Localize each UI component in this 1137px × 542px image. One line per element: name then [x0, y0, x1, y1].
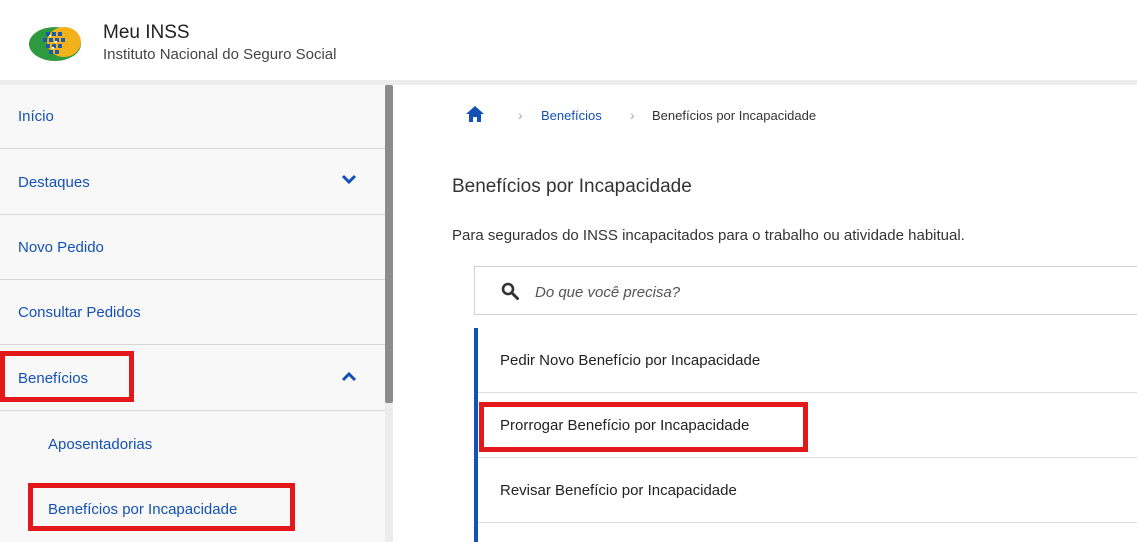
app-header: Meu INSS Instituto Nacional do Seguro So… — [0, 0, 1137, 80]
service-item-revisar[interactable]: Revisar Benefício por Incapacidade — [478, 458, 1137, 523]
home-icon[interactable] — [465, 105, 485, 123]
breadcrumb-current: Benefícios por Incapacidade — [652, 108, 817, 123]
sidebar-item-label: Início — [18, 108, 54, 125]
sidebar-item-destaques[interactable]: Destaques — [0, 151, 385, 215]
page-description: Para segurados do INSS incapacitados par… — [452, 227, 965, 244]
service-item-pedir-novo[interactable]: Pedir Novo Benefício por Incapacidade — [478, 328, 1137, 393]
sidebar-item-label: Consultar Pedidos — [18, 304, 141, 321]
sidebar-item-label: Benefícios — [18, 370, 89, 387]
services-list: Pedir Novo Benefício por Incapacidade Pr… — [474, 328, 1137, 542]
sidebar-subitem-label: Benefícios por Incapacidade — [48, 501, 238, 518]
search-icon[interactable] — [501, 282, 519, 300]
breadcrumb-separator-icon: › — [630, 107, 635, 123]
sidebar-item-novo-pedido[interactable]: Novo Pedido — [0, 216, 385, 280]
chevron-up-icon[interactable] — [340, 369, 358, 383]
service-item-label: Pedir Novo Benefício por Incapacidade — [500, 352, 761, 369]
app-subtitle: Instituto Nacional do Seguro Social — [103, 46, 337, 63]
search-box[interactable] — [474, 266, 1137, 315]
sidebar-item-inicio[interactable]: Início — [0, 85, 385, 149]
service-item-prorrogar[interactable]: Prorrogar Benefício por Incapacidade — [478, 393, 1137, 458]
chevron-down-icon[interactable] — [340, 173, 358, 187]
page-title: Benefícios por Incapacidade — [452, 176, 692, 197]
service-item-label: Revisar Benefício por Incapacidade — [500, 482, 737, 499]
search-input[interactable] — [533, 277, 1097, 307]
sidebar-scrollbar-thumb[interactable] — [385, 85, 393, 403]
sidebar-item-beneficios[interactable]: Benefícios — [0, 347, 385, 411]
sidebar-subitem-beneficios-incapacidade[interactable]: Benefícios por Incapacidade — [0, 478, 385, 542]
sidebar-item-consultar-pedidos[interactable]: Consultar Pedidos — [0, 281, 385, 345]
sidebar-item-label: Novo Pedido — [18, 239, 104, 256]
app-title: Meu INSS — [103, 22, 190, 43]
breadcrumb-link-beneficios[interactable]: Benefícios — [541, 108, 602, 123]
breadcrumb-separator-icon: › — [518, 107, 523, 123]
sidebar-subitem-aposentadorias[interactable]: Aposentadorias — [0, 413, 385, 477]
service-item-label: Prorrogar Benefício por Incapacidade — [500, 417, 750, 434]
sidebar-subitem-label: Aposentadorias — [48, 436, 153, 453]
sidebar-nav: Início Destaques Novo Pedido Consultar P… — [0, 85, 385, 542]
inss-logo — [29, 27, 81, 61]
sidebar-item-label: Destaques — [18, 174, 90, 191]
